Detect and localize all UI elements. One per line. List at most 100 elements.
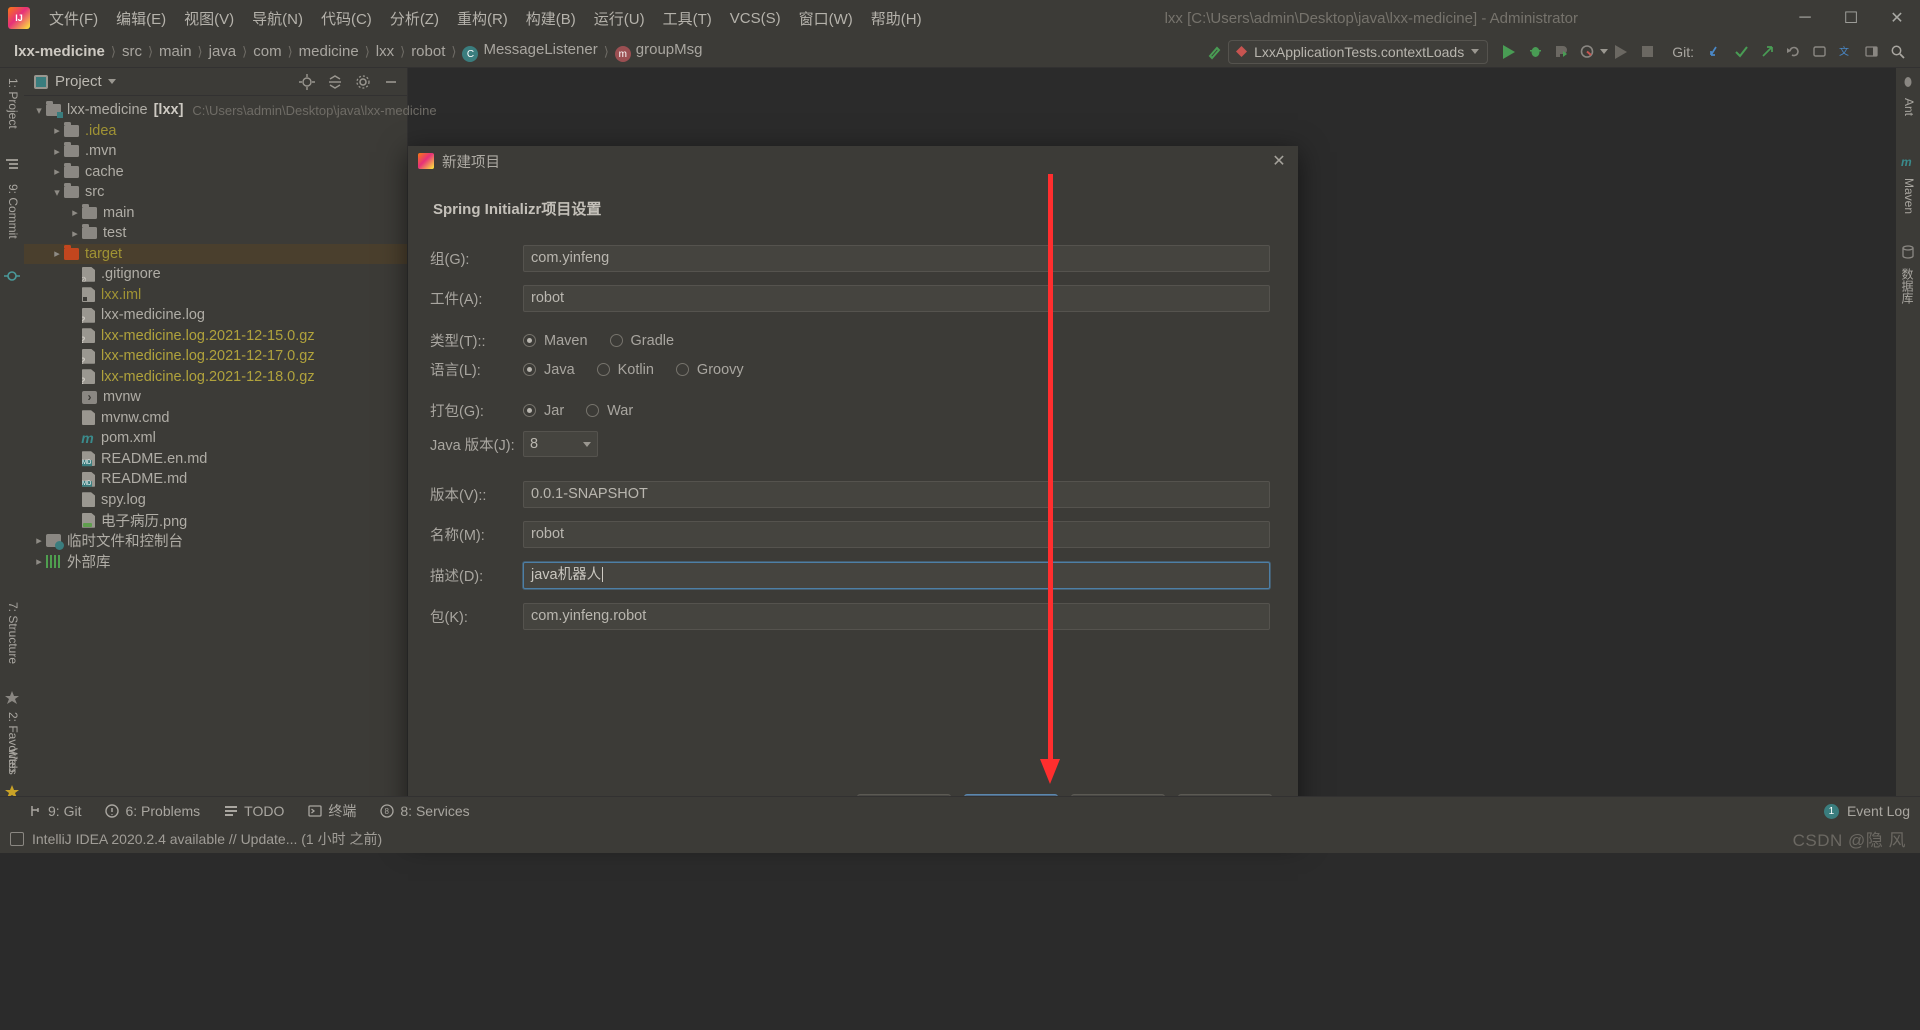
profiler-button[interactable] (1574, 39, 1600, 65)
chevron-right-icon[interactable]: ▸ (50, 124, 64, 137)
menu-file[interactable]: 文件(F) (40, 5, 107, 32)
debug-button[interactable] (1522, 39, 1548, 65)
strip-tab-commit[interactable]: 9: Commit (0, 180, 24, 243)
tree-item-log-2021-12-15[interactable]: ▸ lxx-medicine.log.2021-12-15.0.gz (24, 326, 407, 347)
type-radio-gradle[interactable]: Gradle (609, 333, 674, 349)
update-notification-icon[interactable] (10, 832, 24, 846)
menu-refactor[interactable]: 重构(R) (448, 5, 517, 32)
tree-item-log-2021-12-18[interactable]: ▸ lxx-medicine.log.2021-12-18.0.gz (24, 367, 407, 388)
tree-item-readme-md[interactable]: ▸ README.md (24, 469, 407, 490)
git-rollback-icon[interactable] (1780, 39, 1806, 65)
git-update-icon[interactable] (1702, 39, 1728, 65)
tree-item-target[interactable]: ▸ target (24, 243, 407, 264)
breadcrumb-robot[interactable]: robot (411, 43, 445, 60)
tree-item-dianzibingli-png[interactable]: ▸ 电子病历.png (24, 510, 407, 531)
stop-button[interactable] (1634, 39, 1660, 65)
maximize-button[interactable]: ☐ (1828, 0, 1874, 36)
strip-tab-maven[interactable]: Maven (1896, 174, 1920, 218)
bottom-tab-services[interactable]: 8 8: Services (380, 803, 470, 819)
tree-item-external-libraries[interactable]: ▸ 外部库 (24, 551, 407, 572)
tree-item-mvnw[interactable]: ▸ mvnw (24, 387, 407, 408)
menu-code[interactable]: 代码(C) (312, 5, 381, 32)
version-input[interactable]: 0.0.1-SNAPSHOT (523, 481, 1270, 508)
tree-item-gitignore[interactable]: ▸ .gitignore (24, 264, 407, 285)
tree-item-readme-en-md[interactable]: ▸ README.en.md (24, 449, 407, 470)
menu-analyze[interactable]: 分析(Z) (381, 5, 448, 32)
tree-item-src[interactable]: ▾ src (24, 182, 407, 203)
chevron-down-icon[interactable] (107, 79, 116, 84)
chevron-right-icon[interactable]: ▸ (50, 247, 64, 260)
breadcrumb-src[interactable]: src (122, 43, 142, 60)
breadcrumb-messagelistener[interactable]: C MessageListener (462, 41, 598, 63)
breadcrumb-lxx[interactable]: lxx (376, 43, 394, 60)
chevron-down-icon[interactable]: ▾ (32, 104, 46, 117)
profiler-chevron-down-icon[interactable] (1600, 49, 1609, 54)
group-input[interactable]: com.yinfeng (523, 245, 1270, 272)
breadcrumb-java[interactable]: java (209, 43, 237, 60)
hide-icon[interactable] (383, 74, 399, 90)
tree-item-pom-xml[interactable]: ▸ m pom.xml (24, 428, 407, 449)
close-icon[interactable]: ✕ (1268, 150, 1290, 172)
branch-icon[interactable] (1806, 39, 1832, 65)
minimize-button[interactable]: ─ (1782, 0, 1828, 36)
chevron-right-icon[interactable]: ▸ (68, 227, 82, 240)
run-configuration-selector[interactable]: LxxApplicationTests.contextLoads (1228, 39, 1489, 64)
breadcrumb-groupmsg[interactable]: m groupMsg (614, 41, 702, 63)
search-icon[interactable] (1884, 39, 1910, 65)
bottom-tab-problems[interactable]: 6: Problems (105, 803, 200, 819)
language-radio-groovy[interactable]: Groovy (675, 362, 744, 378)
description-input[interactable]: java机器人 (523, 562, 1270, 589)
collapse-all-icon[interactable] (327, 74, 343, 90)
gear-icon[interactable] (355, 74, 371, 90)
build-hammer-icon[interactable] (1202, 39, 1228, 65)
package-input[interactable]: com.yinfeng.robot (523, 603, 1270, 630)
type-radio-maven[interactable]: Maven (523, 333, 588, 349)
favorites-star-icon[interactable] (4, 690, 20, 706)
language-radio-java[interactable]: Java (523, 362, 575, 378)
strip-tab-structure[interactable]: 7: Structure (0, 598, 24, 668)
close-button[interactable]: ✕ (1874, 0, 1920, 36)
menu-view[interactable]: 视图(V) (175, 5, 243, 32)
strip-tab-database[interactable]: 数据库 (1896, 264, 1920, 308)
tree-item-test[interactable]: ▸ test (24, 223, 407, 244)
menu-edit[interactable]: 编辑(E) (107, 5, 175, 32)
run-button[interactable] (1496, 39, 1522, 65)
rerun-button[interactable] (1608, 39, 1634, 65)
language-radio-kotlin[interactable]: Kotlin (596, 362, 654, 378)
breadcrumb-com[interactable]: com (253, 43, 281, 60)
packaging-radio-jar[interactable]: Jar (523, 403, 564, 419)
tree-item-lxx-medicine[interactable]: ▾ lxx-medicine [lxx] C:\Users\admin\Desk… (24, 100, 437, 121)
tree-item-mvn[interactable]: ▸ .mvn (24, 141, 407, 162)
packaging-radio-war[interactable]: War (586, 403, 633, 419)
chevron-right-icon[interactable]: ▸ (68, 206, 82, 219)
git-commit-icon[interactable] (1728, 39, 1754, 65)
translate-icon[interactable]: 文 (1832, 39, 1858, 65)
tree-item-cache[interactable]: ▸ cache (24, 162, 407, 183)
menu-help[interactable]: 帮助(H) (862, 5, 931, 32)
locate-icon[interactable] (299, 73, 315, 90)
tree-item-scratches[interactable]: ▸ 临时文件和控制台 (24, 531, 407, 552)
strip-tab-web[interactable]: Web (0, 744, 24, 776)
breadcrumb-medicine[interactable]: medicine (299, 43, 359, 60)
tree-item-mvnw-cmd[interactable]: ▸ mvnw.cmd (24, 408, 407, 429)
tree-item-lxx-medicine-log[interactable]: ▸ lxx-medicine.log (24, 305, 407, 326)
chevron-right-icon[interactable]: ▸ (32, 555, 46, 568)
chevron-right-icon[interactable]: ▸ (50, 165, 64, 178)
chevron-right-icon[interactable]: ▸ (32, 534, 46, 547)
git-push-icon[interactable] (1754, 39, 1780, 65)
bottom-tab-terminal[interactable]: 终端 (308, 801, 356, 821)
structure-strip-icon[interactable] (4, 156, 20, 172)
bottom-tab-git[interactable]: 9: Git (28, 803, 81, 819)
menu-tools[interactable]: 工具(T) (654, 5, 721, 32)
chevron-down-icon[interactable]: ▾ (50, 186, 64, 199)
name-input[interactable]: robot (523, 521, 1270, 548)
artifact-input[interactable]: robot (523, 285, 1270, 312)
tree-item-log-2021-12-17[interactable]: ▸ lxx-medicine.log.2021-12-17.0.gz (24, 346, 407, 367)
tree-item-lxx-iml[interactable]: ▸ lxx.iml (24, 285, 407, 306)
menu-vcs[interactable]: VCS(S) (721, 7, 790, 30)
menu-window[interactable]: 窗口(W) (790, 5, 862, 32)
strip-tab-ant[interactable]: Ant (1896, 94, 1920, 120)
breadcrumb-main[interactable]: main (159, 43, 192, 60)
database-strip-icon[interactable] (1900, 244, 1916, 260)
java-version-dropdown[interactable]: 8 (523, 431, 598, 457)
